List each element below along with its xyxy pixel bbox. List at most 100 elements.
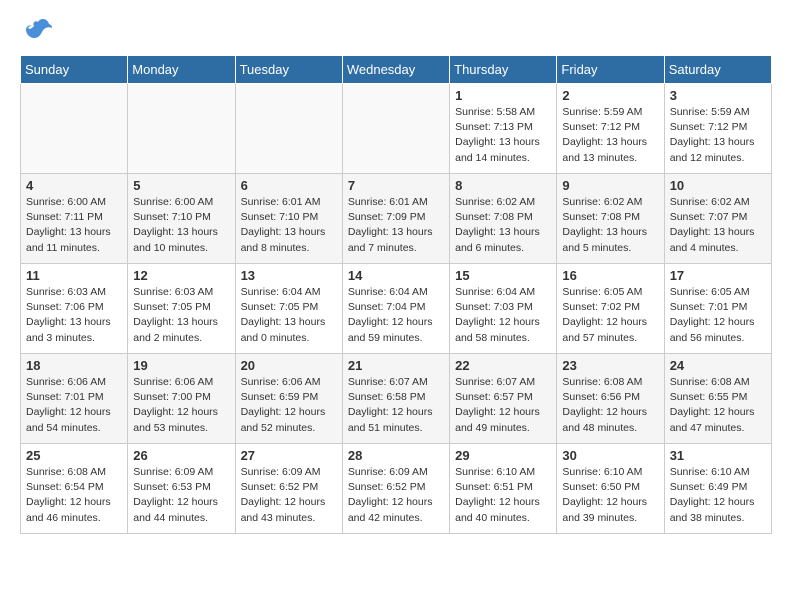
day-detail: Sunrise: 6:05 AMSunset: 7:01 PMDaylight:… [670, 286, 755, 344]
calendar-day-cell [342, 84, 449, 174]
day-number: 19 [133, 358, 229, 373]
calendar-table: SundayMondayTuesdayWednesdayThursdayFrid… [20, 55, 772, 534]
calendar-day-cell: 15 Sunrise: 6:04 AMSunset: 7:03 PMDaylig… [450, 264, 557, 354]
day-detail: Sunrise: 6:03 AMSunset: 7:06 PMDaylight:… [26, 286, 111, 344]
day-detail: Sunrise: 6:02 AMSunset: 7:07 PMDaylight:… [670, 196, 755, 254]
day-detail: Sunrise: 6:10 AMSunset: 6:51 PMDaylight:… [455, 466, 540, 524]
day-number: 15 [455, 268, 551, 283]
day-detail: Sunrise: 6:08 AMSunset: 6:54 PMDaylight:… [26, 466, 111, 524]
day-detail: Sunrise: 6:06 AMSunset: 6:59 PMDaylight:… [241, 376, 326, 434]
calendar-day-cell: 19 Sunrise: 6:06 AMSunset: 7:00 PMDaylig… [128, 354, 235, 444]
day-number: 12 [133, 268, 229, 283]
day-detail: Sunrise: 6:08 AMSunset: 6:56 PMDaylight:… [562, 376, 647, 434]
calendar-day-cell: 4 Sunrise: 6:00 AMSunset: 7:11 PMDayligh… [21, 174, 128, 264]
calendar-day-cell: 30 Sunrise: 6:10 AMSunset: 6:50 PMDaylig… [557, 444, 664, 534]
calendar-day-cell: 28 Sunrise: 6:09 AMSunset: 6:52 PMDaylig… [342, 444, 449, 534]
day-number: 8 [455, 178, 551, 193]
weekday-header: Monday [128, 56, 235, 84]
calendar-day-cell: 13 Sunrise: 6:04 AMSunset: 7:05 PMDaylig… [235, 264, 342, 354]
day-number: 27 [241, 448, 337, 463]
day-detail: Sunrise: 6:05 AMSunset: 7:02 PMDaylight:… [562, 286, 647, 344]
day-number: 1 [455, 88, 551, 103]
calendar-day-cell: 24 Sunrise: 6:08 AMSunset: 6:55 PMDaylig… [664, 354, 771, 444]
day-detail: Sunrise: 6:03 AMSunset: 7:05 PMDaylight:… [133, 286, 218, 344]
calendar-day-cell: 6 Sunrise: 6:01 AMSunset: 7:10 PMDayligh… [235, 174, 342, 264]
day-number: 30 [562, 448, 658, 463]
day-number: 17 [670, 268, 766, 283]
calendar-day-cell: 8 Sunrise: 6:02 AMSunset: 7:08 PMDayligh… [450, 174, 557, 264]
day-detail: Sunrise: 6:10 AMSunset: 6:50 PMDaylight:… [562, 466, 647, 524]
weekday-header: Sunday [21, 56, 128, 84]
day-detail: Sunrise: 6:01 AMSunset: 7:10 PMDaylight:… [241, 196, 326, 254]
calendar-day-cell: 16 Sunrise: 6:05 AMSunset: 7:02 PMDaylig… [557, 264, 664, 354]
day-number: 18 [26, 358, 122, 373]
day-detail: Sunrise: 6:07 AMSunset: 6:57 PMDaylight:… [455, 376, 540, 434]
day-number: 25 [26, 448, 122, 463]
calendar-day-cell: 21 Sunrise: 6:07 AMSunset: 6:58 PMDaylig… [342, 354, 449, 444]
day-number: 14 [348, 268, 444, 283]
calendar-day-cell: 18 Sunrise: 6:06 AMSunset: 7:01 PMDaylig… [21, 354, 128, 444]
day-number: 7 [348, 178, 444, 193]
calendar-day-cell: 1 Sunrise: 5:58 AMSunset: 7:13 PMDayligh… [450, 84, 557, 174]
day-detail: Sunrise: 6:07 AMSunset: 6:58 PMDaylight:… [348, 376, 433, 434]
weekday-header: Thursday [450, 56, 557, 84]
day-number: 31 [670, 448, 766, 463]
calendar-day-cell: 3 Sunrise: 5:59 AMSunset: 7:12 PMDayligh… [664, 84, 771, 174]
day-detail: Sunrise: 6:00 AMSunset: 7:10 PMDaylight:… [133, 196, 218, 254]
day-detail: Sunrise: 6:10 AMSunset: 6:49 PMDaylight:… [670, 466, 755, 524]
calendar-day-cell [21, 84, 128, 174]
calendar-day-cell: 11 Sunrise: 6:03 AMSunset: 7:06 PMDaylig… [21, 264, 128, 354]
calendar-day-cell: 9 Sunrise: 6:02 AMSunset: 7:08 PMDayligh… [557, 174, 664, 264]
day-detail: Sunrise: 6:04 AMSunset: 7:03 PMDaylight:… [455, 286, 540, 344]
day-number: 24 [670, 358, 766, 373]
calendar-week-row: 18 Sunrise: 6:06 AMSunset: 7:01 PMDaylig… [21, 354, 772, 444]
calendar-day-cell: 2 Sunrise: 5:59 AMSunset: 7:12 PMDayligh… [557, 84, 664, 174]
day-number: 5 [133, 178, 229, 193]
page-header [20, 20, 772, 45]
day-detail: Sunrise: 6:09 AMSunset: 6:52 PMDaylight:… [241, 466, 326, 524]
bird-icon [24, 18, 52, 45]
day-number: 2 [562, 88, 658, 103]
day-number: 26 [133, 448, 229, 463]
logo [20, 20, 52, 45]
day-detail: Sunrise: 5:59 AMSunset: 7:12 PMDaylight:… [562, 106, 647, 164]
day-number: 3 [670, 88, 766, 103]
calendar-day-cell [128, 84, 235, 174]
calendar-day-cell: 23 Sunrise: 6:08 AMSunset: 6:56 PMDaylig… [557, 354, 664, 444]
day-number: 11 [26, 268, 122, 283]
day-detail: Sunrise: 6:06 AMSunset: 7:01 PMDaylight:… [26, 376, 111, 434]
calendar-day-cell: 29 Sunrise: 6:10 AMSunset: 6:51 PMDaylig… [450, 444, 557, 534]
weekday-header: Wednesday [342, 56, 449, 84]
weekday-header: Friday [557, 56, 664, 84]
day-number: 6 [241, 178, 337, 193]
day-number: 20 [241, 358, 337, 373]
day-detail: Sunrise: 6:02 AMSunset: 7:08 PMDaylight:… [562, 196, 647, 254]
calendar-day-cell: 25 Sunrise: 6:08 AMSunset: 6:54 PMDaylig… [21, 444, 128, 534]
day-number: 23 [562, 358, 658, 373]
calendar-day-cell: 27 Sunrise: 6:09 AMSunset: 6:52 PMDaylig… [235, 444, 342, 534]
calendar-day-cell: 10 Sunrise: 6:02 AMSunset: 7:07 PMDaylig… [664, 174, 771, 264]
calendar-day-cell: 5 Sunrise: 6:00 AMSunset: 7:10 PMDayligh… [128, 174, 235, 264]
weekday-header: Tuesday [235, 56, 342, 84]
calendar-week-row: 11 Sunrise: 6:03 AMSunset: 7:06 PMDaylig… [21, 264, 772, 354]
day-detail: Sunrise: 5:59 AMSunset: 7:12 PMDaylight:… [670, 106, 755, 164]
calendar-week-row: 4 Sunrise: 6:00 AMSunset: 7:11 PMDayligh… [21, 174, 772, 264]
day-number: 29 [455, 448, 551, 463]
day-detail: Sunrise: 6:09 AMSunset: 6:52 PMDaylight:… [348, 466, 433, 524]
day-number: 28 [348, 448, 444, 463]
calendar-day-cell [235, 84, 342, 174]
calendar-day-cell: 12 Sunrise: 6:03 AMSunset: 7:05 PMDaylig… [128, 264, 235, 354]
day-detail: Sunrise: 6:01 AMSunset: 7:09 PMDaylight:… [348, 196, 433, 254]
calendar-header-row: SundayMondayTuesdayWednesdayThursdayFrid… [21, 56, 772, 84]
day-number: 9 [562, 178, 658, 193]
weekday-header: Saturday [664, 56, 771, 84]
day-number: 10 [670, 178, 766, 193]
calendar-day-cell: 22 Sunrise: 6:07 AMSunset: 6:57 PMDaylig… [450, 354, 557, 444]
day-detail: Sunrise: 6:02 AMSunset: 7:08 PMDaylight:… [455, 196, 540, 254]
calendar-day-cell: 26 Sunrise: 6:09 AMSunset: 6:53 PMDaylig… [128, 444, 235, 534]
calendar-day-cell: 14 Sunrise: 6:04 AMSunset: 7:04 PMDaylig… [342, 264, 449, 354]
calendar-day-cell: 7 Sunrise: 6:01 AMSunset: 7:09 PMDayligh… [342, 174, 449, 264]
day-detail: Sunrise: 6:04 AMSunset: 7:04 PMDaylight:… [348, 286, 433, 344]
calendar-week-row: 25 Sunrise: 6:08 AMSunset: 6:54 PMDaylig… [21, 444, 772, 534]
day-number: 4 [26, 178, 122, 193]
